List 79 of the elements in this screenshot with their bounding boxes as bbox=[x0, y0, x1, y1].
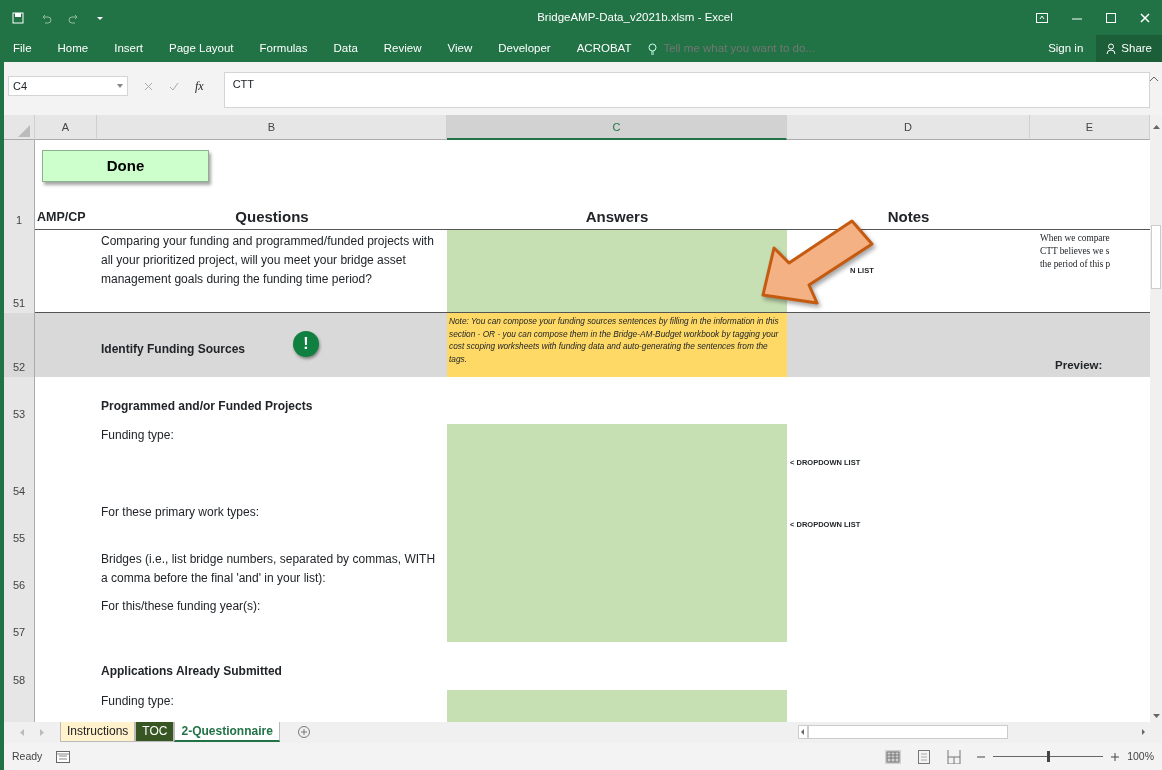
collapse-icon[interactable] bbox=[1150, 76, 1158, 81]
done-button[interactable]: Done bbox=[42, 150, 209, 182]
question-text: Comparing your funding and programmed/funded projects with all your prioritized project, will you meet your bridge asset management goals during the funding time period? bbox=[101, 233, 435, 288]
answer-field[interactable] bbox=[447, 595, 787, 642]
ribbon-tab[interactable]: Review bbox=[370, 39, 435, 58]
question-text: Bridges (i.e., list bridge numbers, separated by commas, WITH a comma before the final 'and' in your list): bbox=[101, 551, 437, 587]
row-number: 57 bbox=[4, 595, 35, 642]
status-text: Ready bbox=[12, 748, 43, 764]
row-number: 51 bbox=[4, 230, 35, 313]
note-line: the period of this p bbox=[1040, 258, 1112, 271]
row-number: 52 bbox=[4, 313, 35, 377]
maximize-icon[interactable] bbox=[1106, 12, 1116, 23]
row-number: 54 bbox=[4, 424, 35, 501]
check-icon[interactable] bbox=[169, 81, 179, 91]
ribbon-tab[interactable]: View bbox=[434, 39, 486, 58]
add-sheet-icon[interactable] bbox=[297, 726, 310, 738]
column-header[interactable]: A bbox=[35, 115, 97, 140]
sign-in-link[interactable]: Sign in bbox=[1035, 39, 1097, 58]
formula-field[interactable]: CTT bbox=[223, 72, 1150, 108]
scroll-left-icon[interactable] bbox=[798, 725, 808, 739]
ribbon-tab[interactable]: File bbox=[0, 39, 45, 58]
row-number: 53 bbox=[4, 377, 35, 424]
scrollbar-thumb[interactable] bbox=[1151, 225, 1161, 289]
note-text: Note: You can compose your funding sources sentences by filling in the information in this section - OR - you can compose them in the Bridge-AM-Budget workbook by tagging your cost scoping worksheets with funding data and auto-generating the sentences from the tags. bbox=[447, 313, 787, 377]
page-break-icon[interactable] bbox=[947, 749, 962, 764]
answer-field[interactable] bbox=[447, 424, 787, 501]
section-heading: Programmed and/or Funded Projects bbox=[101, 398, 314, 415]
column-header[interactable]: B bbox=[97, 115, 447, 140]
ribbon-tab[interactable]: Home bbox=[44, 39, 102, 58]
ribbon-tab[interactable]: Page Layout bbox=[156, 39, 247, 58]
sheet-tab[interactable]: Instructions bbox=[60, 722, 136, 742]
share-button[interactable]: Share bbox=[1096, 35, 1162, 62]
sheet-tab[interactable]: 2-Questionnaire bbox=[174, 722, 280, 742]
zoom-in-icon[interactable] bbox=[1111, 752, 1120, 761]
ribbon-tab[interactable]: Formulas bbox=[246, 39, 321, 58]
row-number: 56 bbox=[4, 548, 35, 595]
name-box[interactable]: C4 bbox=[8, 76, 128, 96]
window-title: BridgeAMP-Data_v2021b.xlsm - Excel bbox=[536, 9, 734, 25]
answer-field[interactable] bbox=[447, 690, 787, 722]
normal-view-icon[interactable] bbox=[885, 749, 902, 764]
section-heading: Identify Funding Sources bbox=[101, 341, 245, 358]
zoom-slider-thumb[interactable] bbox=[1047, 751, 1051, 762]
note-line: CTT believes we s bbox=[1040, 245, 1111, 258]
preview-label: Preview: bbox=[1055, 357, 1103, 373]
scroll-down-icon[interactable] bbox=[1152, 714, 1160, 718]
question-text: Funding type: bbox=[101, 427, 175, 444]
section-heading: Applications Already Submitted bbox=[101, 663, 283, 680]
person-icon bbox=[1106, 43, 1118, 54]
question-text: Funding type: bbox=[101, 693, 175, 710]
caret-icon bbox=[117, 84, 123, 88]
insert-function-button[interactable]: fx bbox=[195, 77, 204, 95]
ribbon-display-icon[interactable] bbox=[1036, 12, 1048, 23]
alert-badge: ! bbox=[293, 331, 319, 357]
cancel-icon[interactable] bbox=[144, 81, 153, 91]
tell-me-field[interactable]: Tell me what you want to do... bbox=[661, 38, 892, 59]
sheet-tab[interactable]: TOC bbox=[135, 722, 175, 742]
note-line: When we compare bbox=[1040, 232, 1111, 245]
column-header[interactable]: D bbox=[787, 115, 1030, 140]
answer-field[interactable] bbox=[447, 230, 787, 313]
question-text: For this/these funding year(s): bbox=[101, 598, 262, 615]
page-layout-icon[interactable] bbox=[917, 749, 932, 764]
save-icon[interactable] bbox=[12, 11, 24, 24]
column-header[interactable]: C bbox=[447, 115, 787, 140]
lightbulb-icon bbox=[648, 42, 658, 55]
scroll-up-icon[interactable] bbox=[1152, 125, 1160, 129]
row-number: 55 bbox=[4, 501, 35, 548]
ribbon-tab[interactable]: Insert bbox=[101, 39, 156, 58]
row-number: 58 bbox=[4, 642, 35, 690]
select-all-icon[interactable] bbox=[18, 125, 30, 137]
column-header[interactable]: E bbox=[1030, 115, 1150, 140]
zoom-level[interactable]: 100% bbox=[1127, 748, 1154, 765]
question-text: For these primary work types: bbox=[101, 504, 261, 521]
ribbon-tab[interactable]: ACROBAT bbox=[563, 39, 645, 58]
row-number: 1 bbox=[4, 140, 35, 230]
macro-record-icon[interactable] bbox=[56, 750, 71, 763]
scrollbar-thumb[interactable] bbox=[808, 725, 1008, 739]
ribbon-tab[interactable]: Data bbox=[320, 39, 371, 58]
close-icon[interactable] bbox=[1140, 12, 1150, 23]
ribbon-tab[interactable]: Developer bbox=[485, 39, 564, 58]
